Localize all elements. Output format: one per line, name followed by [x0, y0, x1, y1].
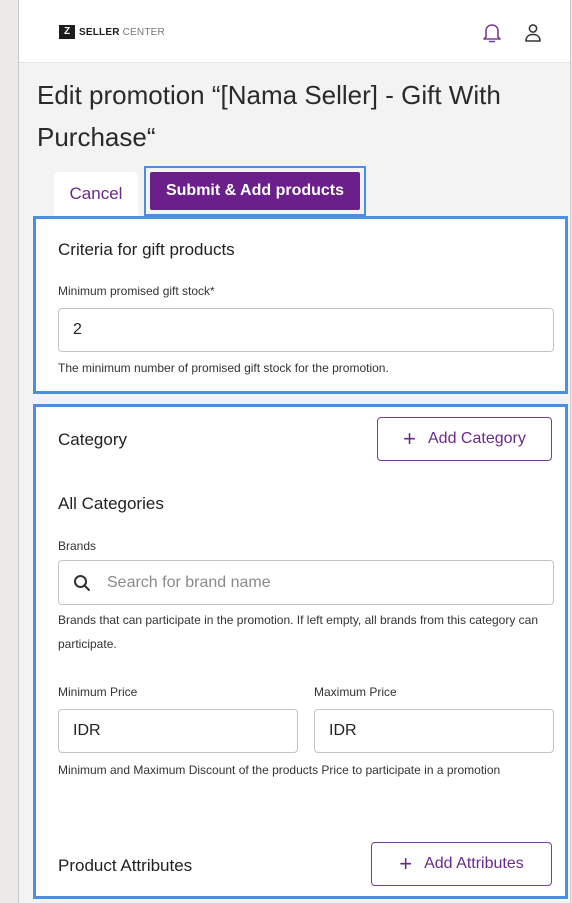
- min-stock-help: The minimum number of promised gift stoc…: [58, 361, 389, 375]
- logo-text: SELLER CENTER: [79, 27, 165, 38]
- add-category-label: Add Category: [428, 430, 526, 447]
- category-title: Category: [58, 430, 127, 449]
- page-title: Edit promotion “[Nama Seller] - Gift Wit…: [37, 80, 501, 152]
- plus-icon: +: [399, 851, 413, 876]
- plus-icon: +: [403, 426, 416, 451]
- min-price-input[interactable]: [58, 709, 298, 753]
- seller-center-logo[interactable]: Z SELLER CENTER: [59, 24, 165, 40]
- min-stock-input[interactable]: [58, 308, 554, 352]
- criteria-card: Criteria for gift products Minimum promi…: [33, 216, 568, 394]
- attributes-title: Product Attributes: [58, 856, 193, 875]
- bell-icon[interactable]: [482, 22, 502, 44]
- max-price-label: Maximum Price: [314, 685, 397, 699]
- search-icon: [73, 574, 91, 592]
- add-category-button[interactable]: + Add Category: [377, 417, 552, 461]
- add-attributes-label: Add Attributes: [424, 855, 524, 872]
- min-stock-label: Minimum promised gift stock*: [58, 284, 215, 298]
- brand-search-input[interactable]: [105, 572, 553, 593]
- min-price-label: Minimum Price: [58, 685, 138, 699]
- user-icon[interactable]: [523, 22, 543, 44]
- logo-text-bold: SELLER: [79, 26, 120, 38]
- brand-search-field[interactable]: [58, 560, 554, 605]
- submit-add-products-button[interactable]: Submit & Add products: [150, 172, 360, 210]
- logo-mark: Z: [59, 25, 75, 39]
- app-screen: Z SELLER CENTER Edit promotion “[Nama Se…: [18, 0, 571, 903]
- top-bar: Z SELLER CENTER: [19, 0, 570, 63]
- criteria-title: Criteria for gift products: [58, 240, 235, 259]
- selected-category: All Categories: [58, 494, 164, 513]
- price-help: Minimum and Maximum Discount of the prod…: [58, 763, 501, 777]
- category-card: Category + Add Category All Categories Br…: [33, 404, 568, 899]
- brands-help: Brands that can participate in the promo…: [58, 613, 539, 651]
- max-price-input[interactable]: [314, 709, 554, 753]
- submit-highlight: Submit & Add products: [144, 166, 366, 216]
- brands-label: Brands: [58, 539, 97, 553]
- logo-text-light: CENTER: [122, 26, 165, 38]
- add-attributes-button[interactable]: + Add Attributes: [371, 842, 552, 886]
- cancel-button[interactable]: Cancel: [54, 172, 138, 216]
